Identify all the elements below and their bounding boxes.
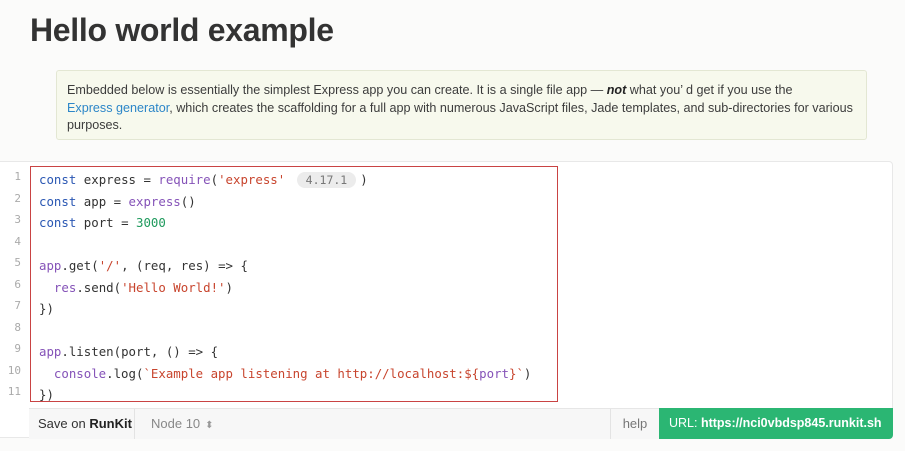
line-number: 5: [14, 256, 21, 269]
line-number: 6: [14, 277, 21, 291]
endpoint-url[interactable]: URL: https://nci0vbdsp845.runkit.sh: [659, 408, 893, 439]
line-number: 8: [14, 320, 21, 334]
embed-toolbar: Save on RunKit Node 10 ⬍ help URL: https:…: [29, 408, 893, 439]
line-number: 9: [14, 342, 21, 355]
code-line: }): [39, 301, 54, 316]
help-button[interactable]: help: [610, 409, 659, 439]
code-line: app.listen(port, () => {: [39, 344, 219, 359]
code-line: const port = 3000: [39, 215, 166, 230]
line-number: 7: [14, 299, 21, 312]
line-number: 4: [14, 234, 21, 248]
note-emphasis: not: [606, 83, 627, 97]
code-line: console.log(`Example app listening at ht…: [53, 365, 532, 381]
code-line: res.send('Hello World!'): [53, 279, 233, 295]
line-number-gutter: 1 2 3 4 5 6 7 8 9 10 11: [0, 162, 26, 408]
node-version-select[interactable]: Node 10 ⬍: [135, 409, 214, 439]
line-number: 10: [7, 363, 21, 377]
code-line: const express = require('express' 4.17.1…: [39, 172, 368, 188]
code-line: }): [39, 387, 54, 402]
version-badge: 4.17.1: [296, 172, 357, 188]
note-text: , which creates the scaffolding for a fu…: [67, 100, 853, 133]
express-generator-link[interactable]: Express generator: [67, 101, 169, 115]
line-number: 11: [7, 385, 21, 398]
code-line: const app = express(): [39, 193, 196, 209]
code-line: app.get('/', (req, res) => {: [39, 258, 248, 273]
runkit-embed: 1 2 3 4 5 6 7 8 9 10 11 const express = require('e…: [0, 161, 893, 439]
page-title: Hello world example: [30, 12, 334, 48]
intro-note: Embedded below is essentially the simple…: [56, 70, 867, 140]
note-text: what you’ d get if you use the: [626, 83, 793, 97]
code-editor[interactable]: const express = require('express' 4.17.1…: [30, 166, 558, 402]
note-text: Embedded below is essentially the simple…: [67, 83, 607, 97]
line-number: 3: [14, 213, 21, 226]
up-down-chevron-icon: ⬍: [205, 420, 214, 431]
save-on-runkit-button[interactable]: Save on RunKit: [29, 409, 135, 439]
line-number: 1: [14, 170, 21, 183]
line-number: 2: [14, 191, 21, 205]
